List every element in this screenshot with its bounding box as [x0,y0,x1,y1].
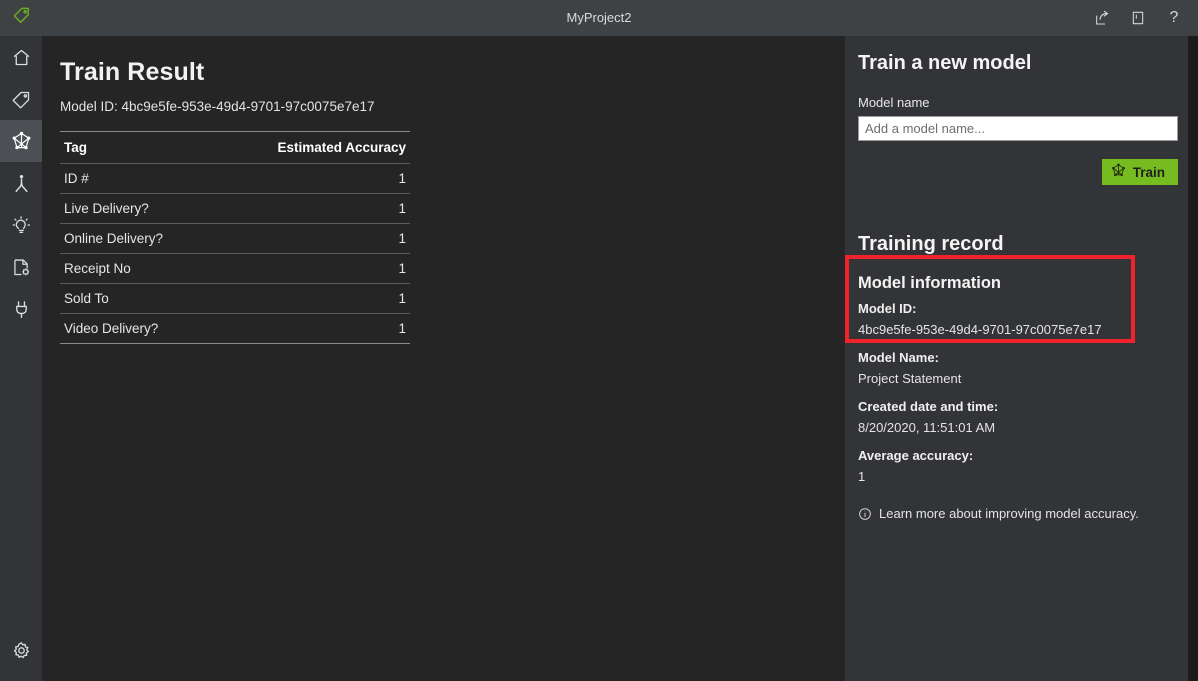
column-header-accuracy: Estimated Accuracy [212,131,410,164]
sidebar-item-connections[interactable] [0,288,42,330]
app-logo [0,0,42,36]
cell-accuracy: 1 [212,283,410,314]
right-edge-strip [1188,36,1198,681]
share-icon[interactable] [1086,3,1118,33]
table-header: Tag Estimated Accuracy [60,131,410,164]
cell-accuracy: 1 [212,163,410,194]
sidebar-secondary-items [0,629,42,671]
table-row: Receipt No 1 [60,253,410,284]
sidebar-item-document-settings[interactable] [0,246,42,288]
cell-tag: Receipt No [60,253,213,284]
table-row: Sold To 1 [60,283,410,314]
training-record-heading: Training record [858,233,1004,255]
created-date-key: Created date and time: [858,399,999,414]
model-information-block: Model information Model ID: 4bc9e5fe-953… [858,266,1178,524]
table-row: ID # 1 [60,163,410,194]
cell-tag: Sold To [60,283,213,314]
cell-accuracy: 1 [212,253,410,284]
cell-tag: Live Delivery? [60,193,213,224]
help-icon[interactable]: ? [1158,3,1190,33]
learn-more-text: Learn more about improving model accurac… [879,506,1139,521]
column-header-tag: Tag [60,131,213,164]
train-button-row: Train [858,159,1178,185]
sidebar-item-tag[interactable] [0,78,42,120]
model-id-key: Model ID: [858,301,917,316]
train-button[interactable]: Train [1101,159,1178,185]
model-id-subtitle: Model ID: 4bc9e5fe-953e-49d4-9701-97c007… [60,99,375,114]
model-train-icon [1111,163,1126,181]
learn-more-link[interactable]: Learn more about improving model accurac… [858,506,1178,524]
sidebar-primary-items [0,36,42,330]
sidebar-item-home[interactable] [0,36,42,78]
tag-logo-icon [12,6,31,30]
window-title: MyProject2 [566,10,632,25]
model-information-heading: Model information [858,274,1001,292]
table-row: Live Delivery? 1 [60,193,410,224]
page-title: Train Result [60,58,205,86]
model-name-value: Project Statement [858,371,962,386]
train-new-model-heading: Train a new model [858,52,1032,74]
cell-tag: ID # [60,163,213,194]
title-bar: MyProject2 ? [0,0,1198,36]
title-bar-actions: ? [1086,0,1190,36]
sidebar-item-predict[interactable] [0,204,42,246]
info-circle-icon [858,507,872,524]
cell-tag: Online Delivery? [60,223,213,254]
model-name-input[interactable] [858,116,1178,141]
help-glyph: ? [1169,9,1179,26]
book-icon[interactable] [1122,3,1154,33]
cell-tag: Video Delivery? [60,313,213,344]
sidebar-item-train[interactable] [0,120,42,162]
sidebar-item-settings[interactable] [0,629,42,671]
average-accuracy-key: Average accuracy: [858,448,974,463]
right-panel: Train a new model Model name Train [845,36,1188,681]
table-header-row: Tag Estimated Accuracy [60,131,410,164]
cell-accuracy: 1 [212,313,410,344]
model-name-label: Model name [858,95,930,110]
table-row: Online Delivery? 1 [60,223,410,254]
table-body: ID # 1 Live Delivery? 1 Online Delivery?… [60,163,410,344]
cell-accuracy: 1 [212,193,410,224]
created-date-value: 8/20/2020, 11:51:01 AM [858,420,996,435]
cell-accuracy: 1 [212,223,410,254]
main-content: Train Result Model ID: 4bc9e5fe-953e-49d… [42,36,845,681]
model-name-key: Model Name: [858,350,939,365]
train-result-table: Tag Estimated Accuracy ID # 1 Live Deliv… [60,131,410,344]
sidebar-item-compose[interactable] [0,162,42,204]
train-button-label: Train [1132,164,1165,180]
sidebar [0,36,42,681]
model-id-value: 4bc9e5fe-953e-49d4-9701-97c0075e7e17 [858,322,1102,337]
app-window: MyProject2 ? Train Result Model ID: 4bc9… [0,0,1198,681]
table-row: Video Delivery? 1 [60,313,410,344]
average-accuracy-value: 1 [858,469,866,484]
